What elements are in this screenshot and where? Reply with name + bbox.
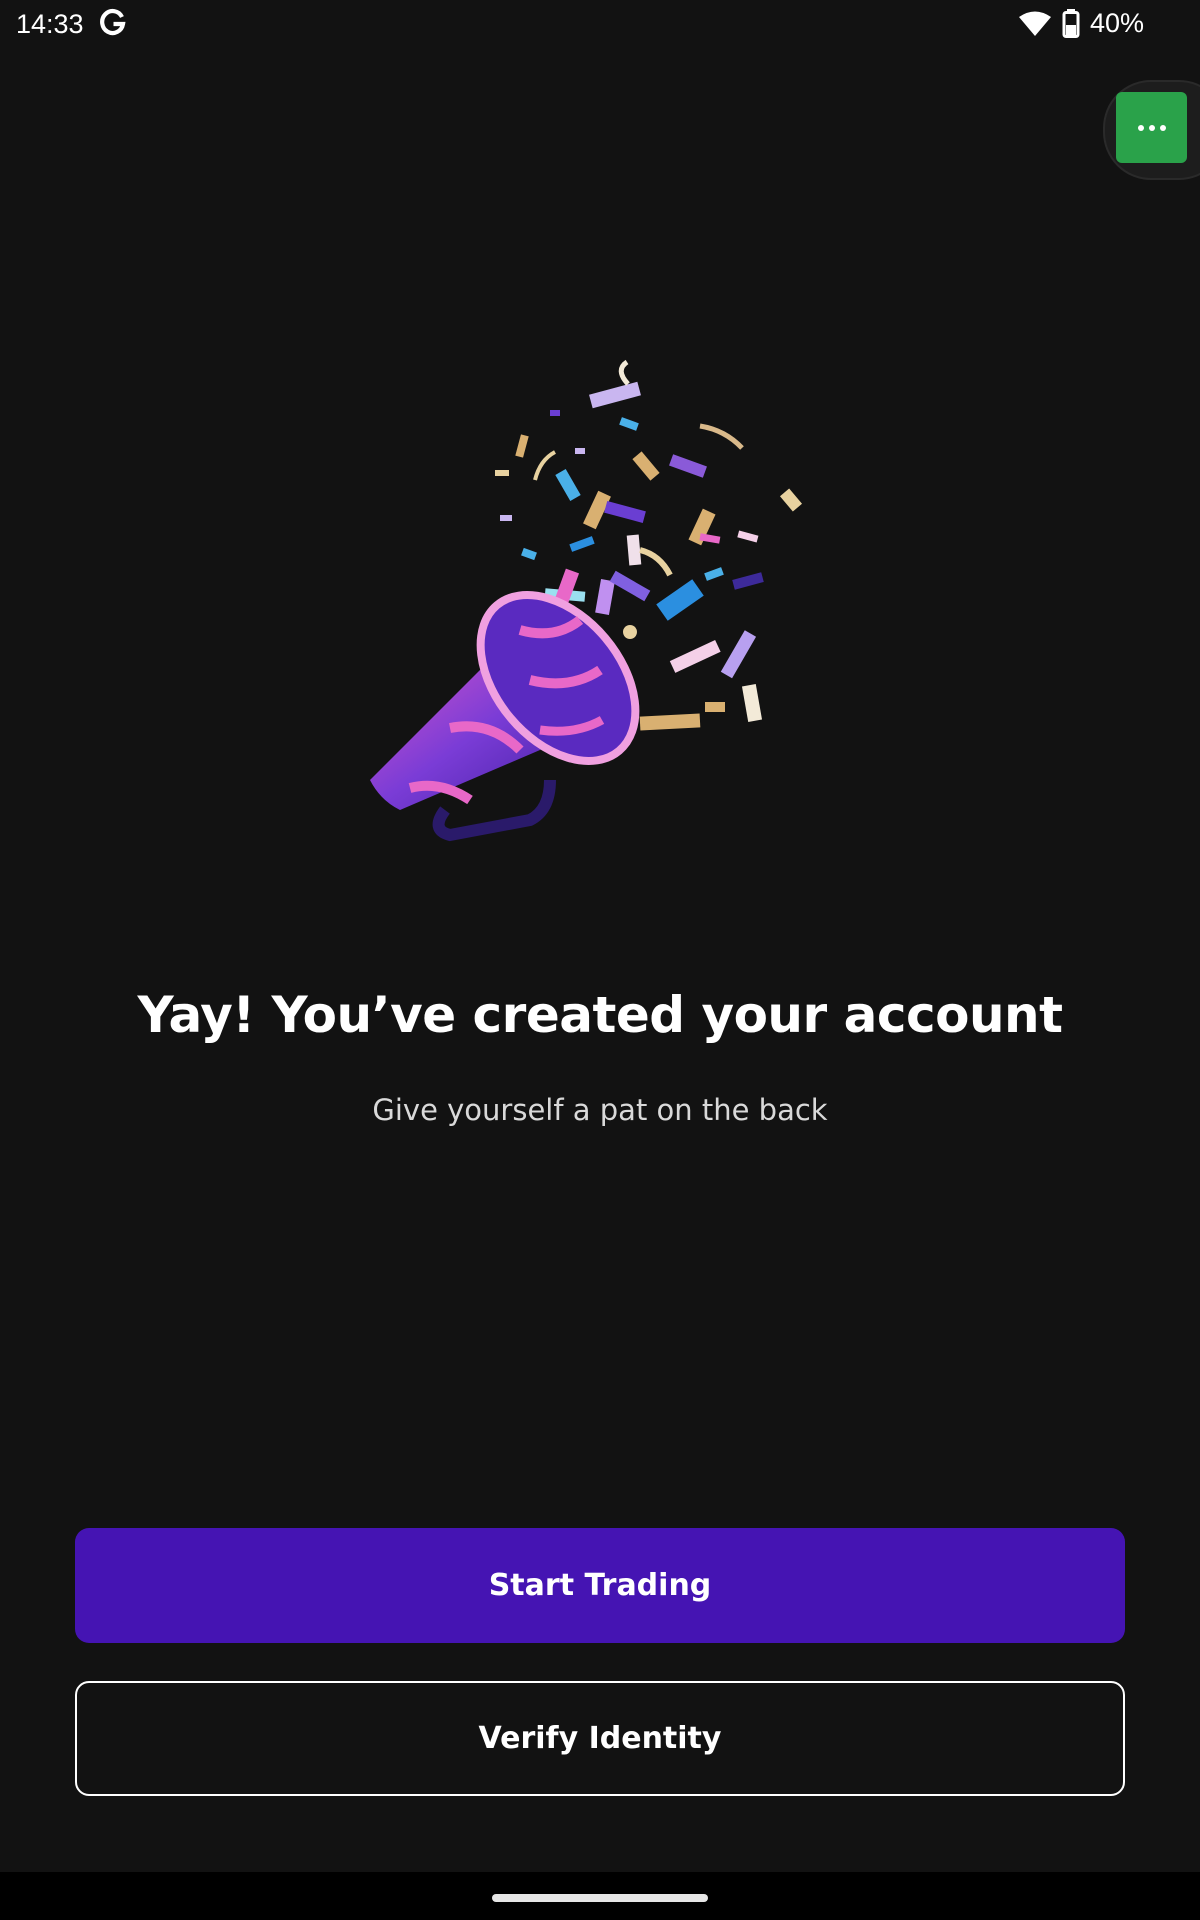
status-system-icons: 40% xyxy=(1018,8,1144,39)
more-horizontal-icon xyxy=(1137,124,1144,131)
page-subtitle: Give yourself a pat on the back xyxy=(372,1093,828,1127)
google-g-icon xyxy=(100,9,126,36)
status-time: 14:33 xyxy=(16,9,84,39)
battery-icon xyxy=(1062,8,1080,38)
status-bar: 14:33 40% xyxy=(0,0,1200,50)
party-popper-illustration xyxy=(370,359,803,842)
battery-percent: 40% xyxy=(1089,8,1144,38)
page-title: Yay! You’ve created your account xyxy=(137,986,1063,1044)
more-options-button[interactable] xyxy=(1116,92,1187,163)
verify-identity-button[interactable]: Verify Identity xyxy=(75,1681,1125,1796)
home-indicator[interactable] xyxy=(492,1894,708,1902)
start-trading-button[interactable]: Start Trading xyxy=(75,1528,1125,1643)
megaphone xyxy=(370,591,640,842)
wifi-icon xyxy=(1018,11,1051,36)
